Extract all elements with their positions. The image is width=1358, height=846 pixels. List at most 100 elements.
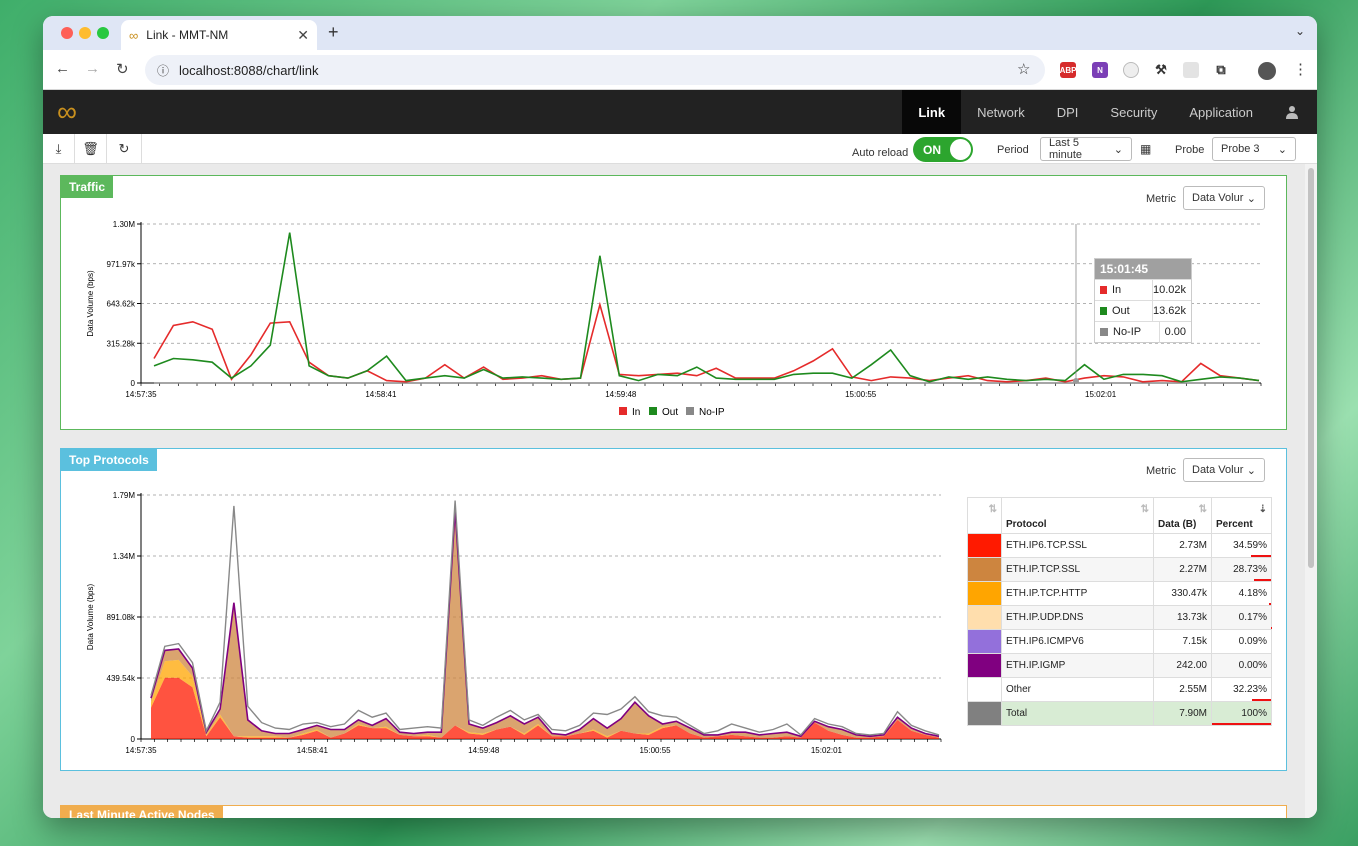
protocol-color-swatch [967, 581, 1002, 606]
top-protocols-chart[interactable]: 0 439.54k 891.08k 1.34M 1.79M 14:57:35 14:58:4… [61, 449, 961, 770]
probe-select[interactable]: Probe 3 ⌄ [1212, 137, 1296, 161]
percent-column-header[interactable]: Percent ⇣ [1211, 497, 1272, 534]
table-header-row: ⇅ Protocol ⇅ Data (B) ⇅ Percent ⇣ [967, 497, 1272, 534]
x-tick-label: 14:59:48 [605, 390, 637, 399]
table-row[interactable]: ETH.IP.TCP.SSL 2.27M 28.73% [967, 557, 1272, 582]
protocol-name-cell: Other [1001, 677, 1154, 702]
protocol-name-cell: ETH.IP.TCP.HTTP [1001, 581, 1154, 606]
window-close-button[interactable] [61, 27, 73, 39]
auto-reload-toggle[interactable]: ON [913, 137, 973, 162]
legend-swatch [686, 407, 694, 415]
protocol-data-cell: 7.90M [1153, 701, 1212, 726]
y-tick-label: 643.62k [107, 300, 136, 309]
scrollbar-thumb[interactable] [1308, 168, 1314, 568]
protocols-table: ⇅ Protocol ⇅ Data (B) ⇅ Percent ⇣ ETH.IP6.T… [967, 497, 1272, 726]
table-row[interactable]: ETH.IP.TCP.HTTP 330.47k 4.18% [967, 581, 1272, 606]
download-icon[interactable]: ⤓ [43, 134, 75, 164]
protocol-color-swatch [967, 677, 1002, 702]
window-maximize-button[interactable] [97, 27, 109, 39]
y-tick-label: 971.97k [107, 260, 136, 269]
protocol-name-cell: ETH.IP.IGMP [1001, 653, 1154, 678]
reload-icon[interactable]: ↻ [116, 60, 129, 78]
url-input[interactable]: ⓘ localhost:8088/chart/link [145, 55, 1045, 85]
percent-bar [1212, 723, 1271, 725]
nav-item-link[interactable]: Link [902, 90, 962, 134]
tooltip-value: 0.00 [1159, 321, 1191, 343]
x-tick-label: 14:58:41 [297, 746, 329, 755]
extension-tools-icon[interactable]: ⚒ [1153, 62, 1169, 78]
protocols-table-body: ETH.IP6.TCP.SSL 2.73M 34.59% ETH.IP.TCP.SSL… [967, 533, 1272, 726]
browser-menu-icon[interactable]: ⋮ [1293, 60, 1308, 78]
table-row[interactable]: ETH.IP.IGMP 242.00 0.00% [967, 653, 1272, 678]
back-arrow-icon[interactable]: ← [55, 60, 70, 77]
protocol-data-cell: 2.27M [1153, 557, 1212, 582]
protocol-color-swatch [967, 701, 1002, 726]
data-header-label: Data (B) [1158, 519, 1197, 530]
y-tick-label: 315.28k [107, 339, 136, 348]
x-tick-label: 15:00:55 [639, 746, 671, 755]
calendar-icon[interactable]: ▦ [1140, 142, 1151, 156]
user-icon[interactable] [1269, 90, 1317, 134]
extensions-puzzle-icon[interactable]: ⧉ [1213, 62, 1229, 78]
table-total-row[interactable]: Total 7.90M 100% [967, 701, 1272, 726]
protocol-column-header[interactable]: Protocol ⇅ [1001, 497, 1154, 534]
nav-item-dpi[interactable]: DPI [1041, 90, 1095, 134]
protocol-data-cell: 242.00 [1153, 653, 1212, 678]
refresh-icon[interactable]: ↻ [107, 134, 142, 164]
tooltip-swatch [1100, 307, 1107, 315]
x-tick-label: 14:57:35 [125, 390, 157, 399]
protocols-metric-select[interactable]: Data Volur ⌄ [1183, 458, 1265, 482]
mmt-logo-icon: ∞ [57, 96, 77, 127]
table-row[interactable]: ETH.IP.UDP.DNS 13.73k 0.17% [967, 605, 1272, 630]
period-label: Period [997, 144, 1029, 156]
tab-search-chevron-icon[interactable]: ⌄ [1295, 24, 1305, 38]
chevron-down-icon: ⌄ [1246, 464, 1256, 477]
forward-arrow-icon[interactable]: → [85, 60, 100, 77]
protocol-percent-cell: 0.00% [1211, 653, 1272, 678]
period-select[interactable]: Last 5 minute ⌄ [1040, 137, 1132, 161]
tooltip-name: In [1111, 284, 1122, 296]
protocol-percent-cell: 100% [1211, 701, 1272, 726]
active-nodes-panel: Last Minute Active Nodes [60, 805, 1287, 818]
y-tick-label: 0 [131, 735, 136, 744]
extension-circle-icon[interactable] [1123, 62, 1139, 78]
nav-item-application[interactable]: Application [1173, 90, 1269, 134]
protocol-data-cell: 2.55M [1153, 677, 1212, 702]
tooltip-swatch [1100, 286, 1107, 294]
legend-label-out: Out [662, 407, 678, 418]
tooltip-time: 15:01:45 [1095, 259, 1191, 279]
y-tick-label: 1.79M [113, 491, 136, 500]
x-tick-label: 14:58:41 [365, 390, 397, 399]
table-row[interactable]: ETH.IP6.TCP.SSL 2.73M 34.59% [967, 533, 1272, 558]
nav-item-network[interactable]: Network [961, 90, 1041, 134]
y-tick-label: 1.34M [113, 552, 136, 561]
protocol-color-swatch [967, 605, 1002, 630]
probe-value: Probe 3 [1221, 143, 1260, 155]
site-info-icon[interactable]: ⓘ [157, 62, 169, 79]
x-tick-label: 14:57:35 [125, 746, 157, 755]
data-column-header[interactable]: Data (B) ⇅ [1153, 497, 1212, 534]
extension-blank-icon[interactable] [1183, 62, 1199, 78]
onenote-extension-icon[interactable]: N [1092, 62, 1108, 78]
nav-item-security[interactable]: Security [1094, 90, 1173, 134]
sort-icon: ⇅ [988, 504, 997, 515]
table-row[interactable]: ETH.IP6.ICMPV6 7.15k 0.09% [967, 629, 1272, 654]
bookmark-star-icon[interactable]: ☆ [1017, 60, 1030, 78]
window-minimize-button[interactable] [79, 27, 91, 39]
adblock-extension-icon[interactable]: ABP [1060, 62, 1076, 78]
close-tab-icon[interactable]: ✕ [297, 27, 309, 44]
tab-strip: ∞ Link - MMT-NM ✕ + ⌄ [43, 16, 1317, 50]
trash-icon[interactable]: 🗑 [75, 134, 107, 164]
new-tab-icon[interactable]: + [328, 22, 339, 43]
page-scrollbar[interactable] [1305, 164, 1317, 818]
browser-window: ∞ Link - MMT-NM ✕ + ⌄ ← → ↻ ⓘ localhost:… [43, 16, 1317, 818]
protocol-percent-cell: 4.18% [1211, 581, 1272, 606]
toggle-state-text: ON [923, 142, 941, 157]
table-row[interactable]: Other 2.55M 32.23% [967, 677, 1272, 702]
color-column-header[interactable]: ⇅ [967, 497, 1002, 534]
area-top-outline [150, 509, 940, 738]
y-axis-label: Data Volume (bps) [86, 584, 95, 651]
browser-tab[interactable]: ∞ Link - MMT-NM ✕ [121, 20, 317, 50]
tooltip-name: Out [1111, 305, 1130, 317]
profile-avatar-icon[interactable] [1258, 62, 1276, 80]
